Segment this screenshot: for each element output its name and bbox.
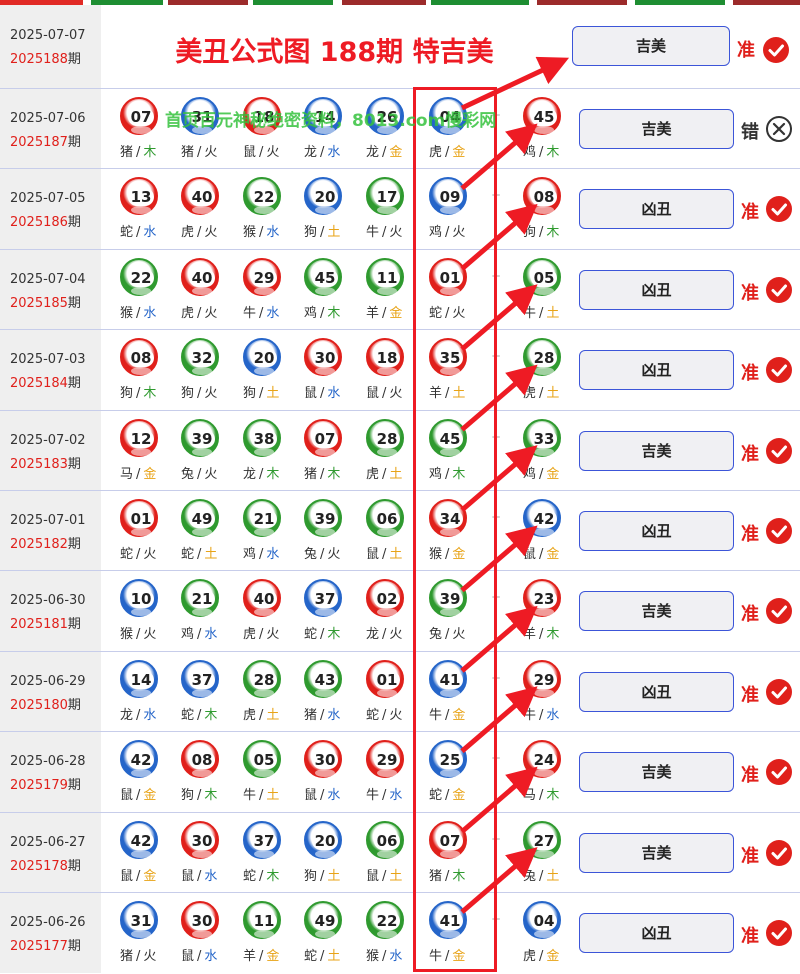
- trend-arrow: [460, 203, 538, 271]
- trend-arrow: [460, 525, 538, 593]
- trend-arrow: [460, 605, 538, 673]
- trend-arrow: [460, 364, 538, 432]
- trend-arrow: [460, 847, 538, 914]
- trend-arrow: [460, 686, 538, 754]
- arrow-overlay: [460, 56, 570, 914]
- arrow-to-prediction: [460, 56, 570, 111]
- trend-arrow: [460, 766, 538, 834]
- watermark-text: 首页百元神秘绝密资料，8013.com慢彩网: [165, 111, 497, 131]
- trend-arrow: [460, 445, 538, 512]
- trend-arrow: [460, 123, 538, 191]
- trend-arrow: [460, 284, 538, 352]
